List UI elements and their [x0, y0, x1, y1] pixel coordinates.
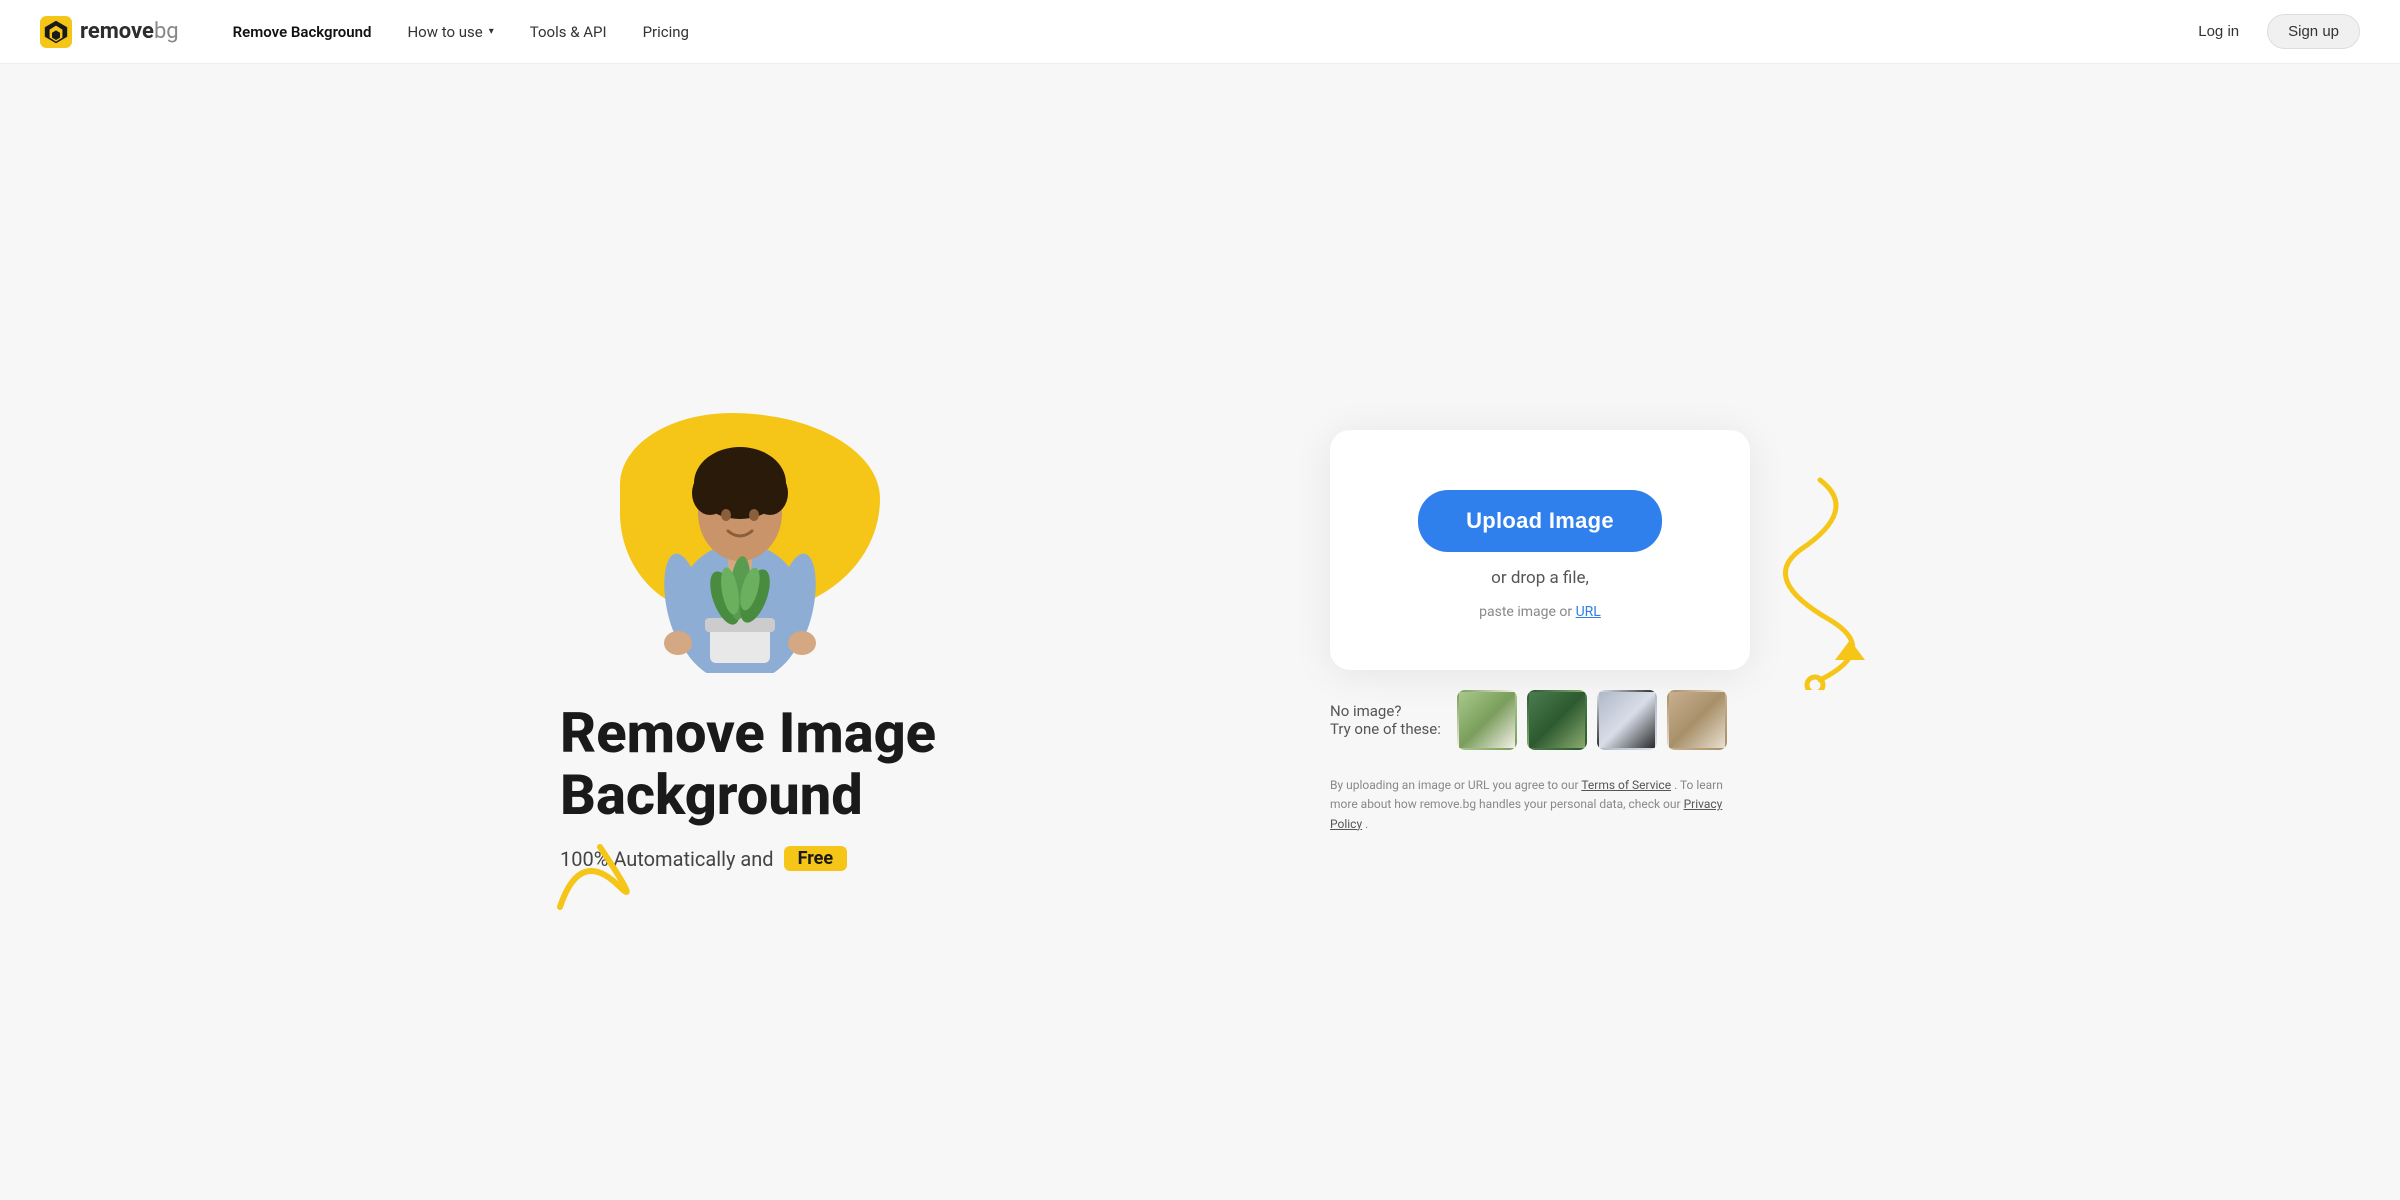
hero-subtext: 100% Automatically and Free	[560, 846, 847, 871]
hero-subtext-prefix: 100% Automatically and	[560, 847, 774, 871]
sample-label: No image? Try one of these:	[1330, 702, 1441, 738]
logo-icon	[40, 16, 72, 48]
hero-right: Upload Image or drop a file, paste image…	[1240, 430, 1840, 834]
chevron-down-icon: ▾	[489, 26, 494, 37]
sample-image-2[interactable]	[1527, 690, 1587, 750]
signup-button[interactable]: Sign up	[2267, 14, 2360, 49]
sample-image-4[interactable]	[1667, 690, 1727, 750]
url-link[interactable]: URL	[1576, 604, 1601, 620]
sample-images	[1457, 690, 1727, 750]
hero-section: Remove Image Background 100% Automatical…	[500, 64, 1900, 1200]
hero-person-illustration	[640, 413, 840, 673]
navbar: removebg Remove Background How to use ▾ …	[0, 0, 2400, 64]
sample-image-3[interactable]	[1597, 690, 1657, 750]
hero-heading: Remove Image Background	[560, 703, 936, 826]
nav-right: Log in Sign up	[2182, 14, 2360, 49]
sample-section: No image? Try one of these:	[1330, 690, 1750, 760]
upload-card: Upload Image or drop a file, paste image…	[1330, 430, 1750, 670]
sample-image-1[interactable]	[1457, 690, 1517, 750]
upload-image-button[interactable]: Upload Image	[1418, 490, 1662, 552]
terms-text: By uploading an image or URL you agree t…	[1330, 776, 1750, 834]
terms-of-service-link[interactable]: Terms of Service	[1581, 778, 1671, 792]
nav-tools-api[interactable]: Tools & API	[512, 0, 625, 64]
nav-links: Remove Background How to use ▾ Tools & A…	[215, 0, 2183, 64]
logo-text: removebg	[80, 19, 179, 44]
hero-left: Remove Image Background 100% Automatical…	[560, 393, 1160, 871]
nav-pricing[interactable]: Pricing	[625, 0, 707, 64]
login-button[interactable]: Log in	[2182, 15, 2255, 48]
drop-text: or drop a file,	[1491, 568, 1589, 588]
nav-remove-background[interactable]: Remove Background	[215, 0, 390, 64]
nav-how-to-use[interactable]: How to use ▾	[389, 0, 511, 64]
drop-sub-text: paste image or URL	[1479, 604, 1601, 620]
logo[interactable]: removebg	[40, 16, 179, 48]
deco-top-right	[1740, 470, 1900, 694]
hero-image-area	[560, 393, 900, 673]
free-badge: Free	[784, 846, 848, 871]
